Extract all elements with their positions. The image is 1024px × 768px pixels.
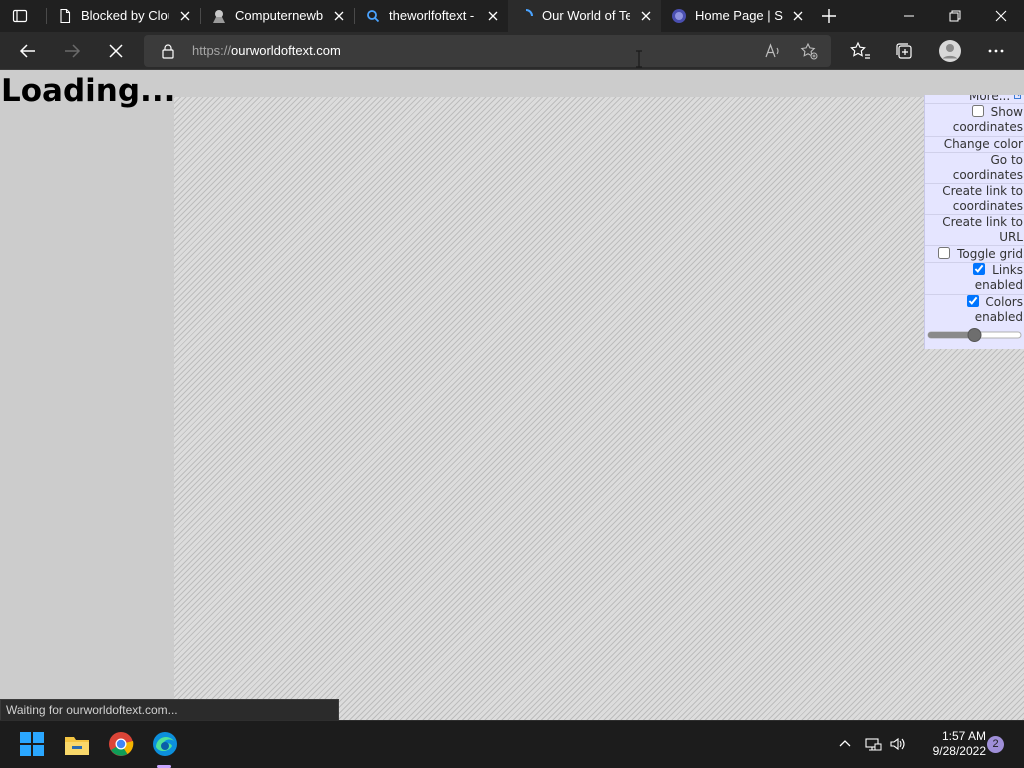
site-logo-icon <box>672 9 686 23</box>
loading-heading: Loading... <box>1 73 176 109</box>
zoom-slider[interactable] <box>927 328 1022 342</box>
chrome-icon[interactable] <box>106 729 136 759</box>
status-bubble: Waiting for ourworldoftext.com... <box>0 699 339 720</box>
go-to-coordinates-label: Go to coordinates <box>952 153 1023 182</box>
more-label: More... <box>968 95 1011 103</box>
forward-arrow-icon[interactable] <box>58 37 86 65</box>
address-bar[interactable]: https://ourworldoftext.com <box>144 35 831 67</box>
world-menu: More... Show coordinates Change color Go… <box>924 95 1024 349</box>
links-enabled-checkbox[interactable] <box>973 263 986 275</box>
page-icon <box>60 8 71 24</box>
create-link-coordinates-label: Create link to coordinates <box>942 184 1023 213</box>
web-page: Loading... More... Show coordinates Chan… <box>0 71 1024 720</box>
tab-title: Blocked by Clou <box>81 8 169 23</box>
chevron-up-icon[interactable] <box>836 735 854 753</box>
more-options-icon[interactable] <box>982 37 1010 65</box>
menu-item-links-enabled[interactable]: Links enabled <box>925 263 1024 295</box>
menu-item-create-link-coordinates[interactable]: Create link to coordinates <box>925 184 1024 215</box>
favorites-icon[interactable] <box>846 37 874 65</box>
close-icon[interactable] <box>332 9 346 23</box>
menu-item-toggle-grid[interactable]: Toggle grid <box>925 246 1024 263</box>
colors-enabled-label: Colors enabled <box>974 295 1023 324</box>
close-window-icon[interactable] <box>978 0 1024 32</box>
browser-toolbar: https://ourworldoftext.com <box>0 32 1024 70</box>
menu-item-go-to-coordinates[interactable]: Go to coordinates <box>925 153 1024 184</box>
create-link-url-label: Create link to URL <box>942 215 1023 244</box>
close-icon[interactable] <box>639 9 653 23</box>
toggle-grid-checkbox[interactable] <box>938 247 951 259</box>
collections-icon[interactable] <box>890 37 918 65</box>
clock-date: 9/28/2022 <box>932 744 986 758</box>
tab-blocked-by-cloudflare[interactable]: Blocked by Clou <box>47 0 200 32</box>
url-host: ourworldoftext.com <box>231 43 341 58</box>
menu-item-show-coordinates[interactable]: Show coordinates <box>925 105 1024 137</box>
text-world-canvas[interactable] <box>174 97 1024 720</box>
back-arrow-icon[interactable] <box>14 37 42 65</box>
close-icon[interactable] <box>178 9 192 23</box>
read-aloud-icon[interactable] <box>764 42 782 60</box>
tab-search-result[interactable]: theworlfoftext - <box>355 0 508 32</box>
add-favorite-icon[interactable] <box>800 42 818 60</box>
loading-icon <box>525 9 533 17</box>
tab-title: Computernewb <box>235 8 323 23</box>
tab-actions-icon[interactable] <box>12 8 28 24</box>
tab-computernewb[interactable]: Computernewb <box>201 0 354 32</box>
text-cursor-icon <box>636 50 642 68</box>
logo-icon <box>213 10 225 23</box>
lock-icon[interactable] <box>160 43 176 59</box>
taskbar-clock[interactable]: 1:57 AM 9/28/2022 <box>916 729 986 759</box>
show-coordinates-label: Show coordinates <box>952 105 1023 134</box>
external-link-icon <box>1014 95 1021 99</box>
url-scheme: https:// <box>192 43 232 58</box>
file-explorer-icon[interactable] <box>62 729 92 759</box>
close-icon[interactable] <box>486 9 500 23</box>
restore-icon[interactable] <box>932 0 978 32</box>
change-color-label: Change color <box>943 137 1023 151</box>
minimize-icon[interactable] <box>886 0 932 32</box>
taskbar: 1:57 AM 9/28/2022 <box>0 720 1024 768</box>
tab-home-page[interactable]: Home Page | Se <box>661 0 813 32</box>
edge-icon[interactable] <box>150 729 180 759</box>
menu-item-create-link-url[interactable]: Create link to URL <box>925 215 1024 246</box>
clock-time: 1:57 AM <box>941 729 986 743</box>
tab-title: theworlfoftext - <box>389 8 475 23</box>
windows-start-icon[interactable] <box>17 729 47 759</box>
close-icon[interactable] <box>791 9 805 23</box>
menu-item-colors-enabled[interactable]: Colors enabled <box>925 295 1024 327</box>
show-coordinates-checkbox[interactable] <box>971 105 984 117</box>
new-tab-icon[interactable] <box>818 6 840 26</box>
menu-item-change-color[interactable]: Change color <box>925 137 1024 153</box>
network-icon[interactable] <box>864 735 882 753</box>
menu-item-more[interactable]: More... <box>925 95 1024 104</box>
colors-enabled-checkbox[interactable] <box>966 295 979 307</box>
tab-our-world-of-text[interactable]: Our World of Te <box>508 0 661 32</box>
toggle-grid-label: Toggle grid <box>957 247 1023 261</box>
browser-title-bar: Blocked by Clou Computernewb theworlfoft… <box>0 0 1024 32</box>
volume-icon[interactable] <box>889 735 907 753</box>
notification-badge[interactable]: 2 <box>987 736 1004 753</box>
search-icon <box>367 10 380 23</box>
url-text[interactable]: https://ourworldoftext.com <box>192 43 341 59</box>
profile-avatar-icon[interactable] <box>936 37 964 65</box>
tab-title: Our World of Te <box>542 8 630 23</box>
tab-title: Home Page | Se <box>695 8 783 23</box>
stop-loading-icon[interactable] <box>102 37 130 65</box>
